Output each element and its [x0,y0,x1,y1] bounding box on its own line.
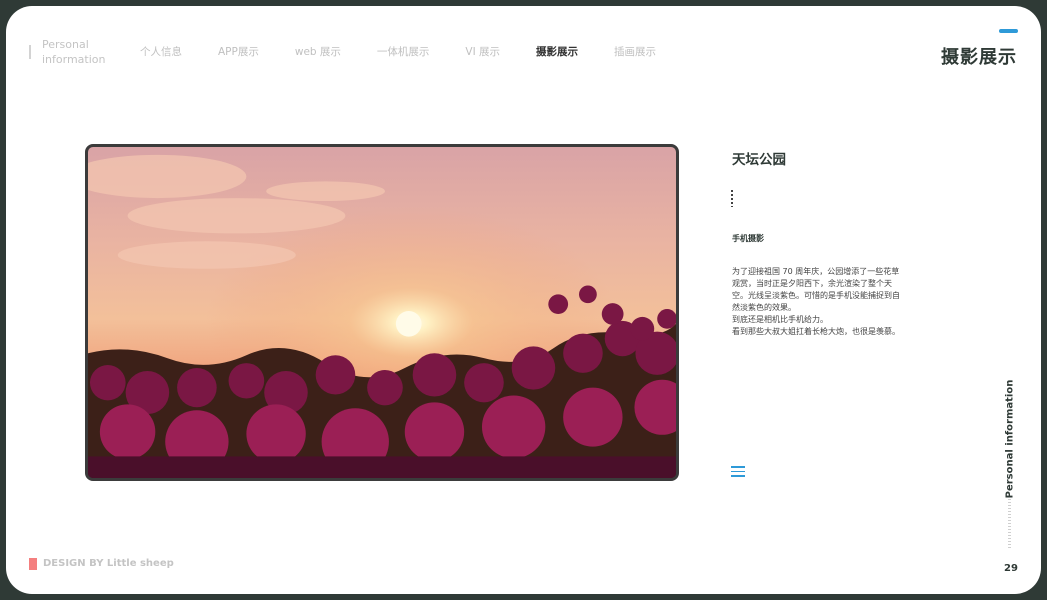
side-vertical-label: Personal information [1004,379,1016,499]
nav-item-web[interactable]: web 展示 [295,44,341,59]
description-paragraph: 看到那些大叔大姐扛着长枪大炮，也很是羡慕。 [732,327,900,336]
brand-label: Personal information [42,38,106,66]
page-title: 摄影展示 [941,47,1017,68]
nav-item-photography[interactable]: 摄影展示 [536,44,578,59]
nav-item-app[interactable]: APP展示 [218,44,259,59]
page-number: 29 [1004,563,1018,574]
sunset-flowers-photo [85,144,679,481]
photo-illustration [88,147,676,478]
nav-item-kiosk[interactable]: 一体机展示 [377,44,430,59]
footer-accent-mark [29,558,37,570]
description-paragraph: 为了迎接祖国 70 周年庆，公园增添了一些花草观赏，当时正是夕阳西下，余光渲染了… [732,267,900,312]
nav-item-vi[interactable]: VI 展示 [465,44,500,59]
photo-description: 为了迎接祖国 70 周年庆，公园增添了一些花草观赏，当时正是夕阳西下，余光渲染了… [732,266,900,338]
side-dashes-decoration [1008,499,1011,549]
nav-item-illustration[interactable]: 插画展示 [614,44,656,59]
vertical-dots-divider [731,189,733,207]
brand-divider [29,45,31,59]
footer-credit: DESIGN BY Little sheep [43,558,174,569]
device-label: 手机摄影 [732,234,764,243]
menu-icon[interactable] [731,466,745,478]
title-accent-bar [999,29,1018,33]
description-paragraph: 到底还是相机比手机给力。 [732,315,828,324]
location-title: 天坛公园 [732,152,786,168]
top-nav: 个人信息 APP展示 web 展示 一体机展示 VI 展示 摄影展示 插画展示 [140,44,692,59]
page-frame: Personal information 个人信息 APP展示 web 展示 一… [6,6,1041,594]
nav-item-personal-info[interactable]: 个人信息 [140,44,182,59]
